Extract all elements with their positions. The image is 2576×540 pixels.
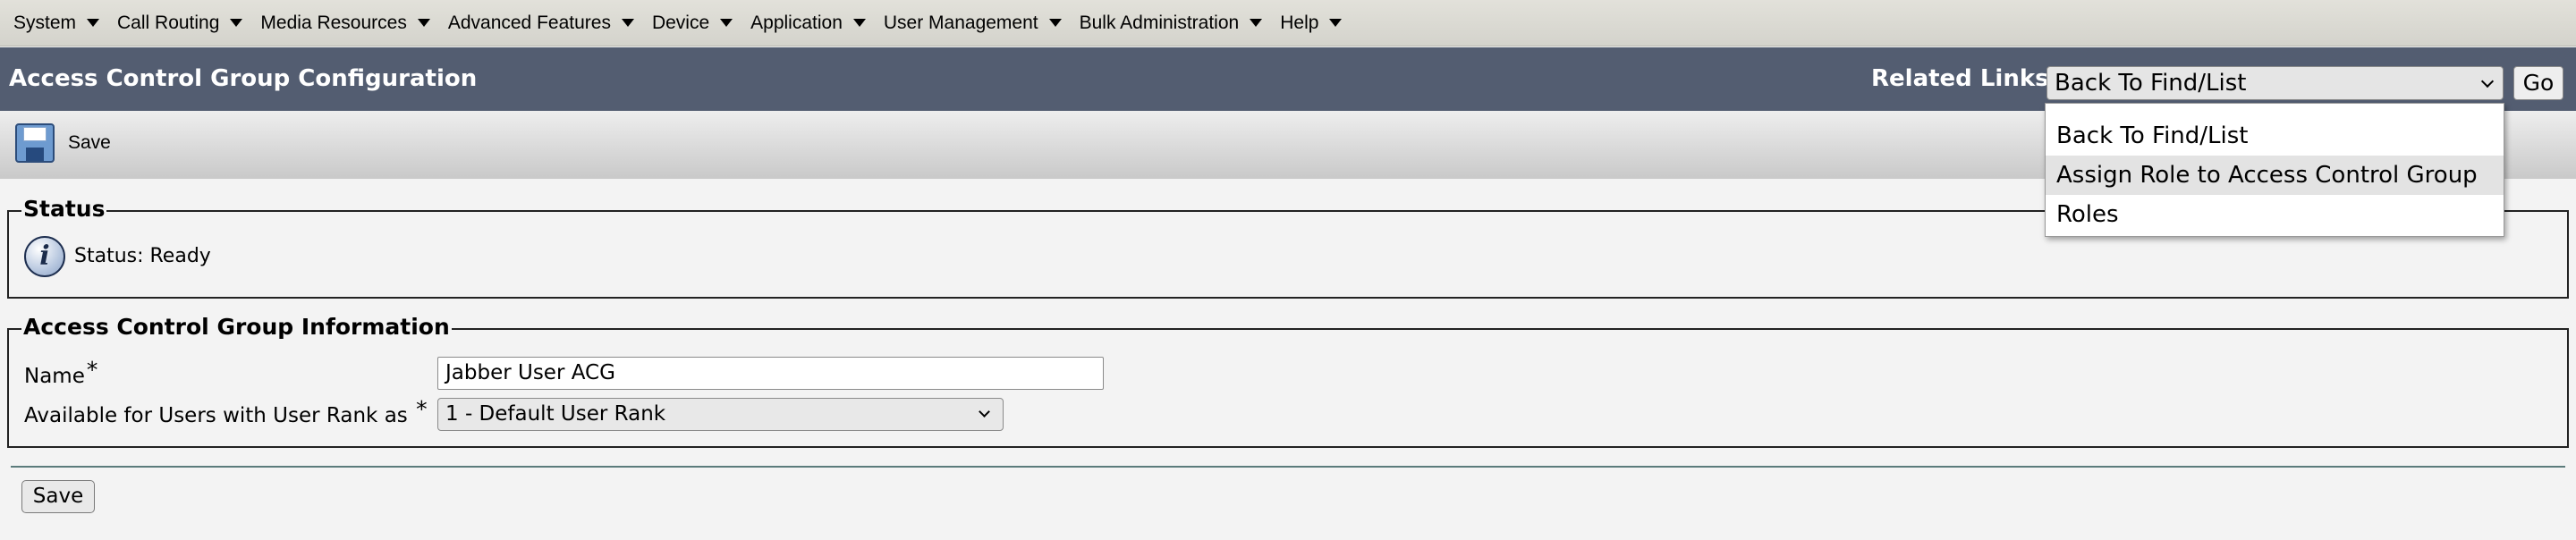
user-rank-select[interactable]: 1 - Default User Rank xyxy=(437,398,1004,431)
rank-label: Available for Users with User Rank as * xyxy=(24,396,428,427)
floppy-label-part xyxy=(23,127,47,141)
caret-down-icon xyxy=(621,19,634,27)
menu-label: User Management xyxy=(883,12,1038,33)
menu-label: Call Routing xyxy=(117,12,220,33)
related-links-select[interactable]: Back To Find/List xyxy=(2046,66,2504,100)
go-button[interactable]: Go xyxy=(2513,66,2563,100)
toolbar-save-button[interactable]: Save xyxy=(68,111,111,179)
menu-bulk-administration[interactable]: Bulk Administration xyxy=(1072,0,1273,46)
page-header: Access Control Group Configuration Relat… xyxy=(0,47,2576,111)
name-label: Name* xyxy=(24,357,97,388)
dropdown-option-roles[interactable]: Roles xyxy=(2046,195,2504,234)
menu-system[interactable]: System xyxy=(5,0,109,46)
related-links-label: Related Links: xyxy=(1871,65,2058,92)
chevron-down-icon xyxy=(2480,74,2495,89)
caret-down-icon xyxy=(852,19,866,27)
menu-user-management[interactable]: User Management xyxy=(876,0,1072,46)
chevron-down-icon xyxy=(979,406,990,418)
name-input[interactable]: Jabber User ACG xyxy=(437,357,1104,390)
caret-down-icon xyxy=(87,19,100,27)
menu-advanced-features[interactable]: Advanced Features xyxy=(440,0,644,46)
menu-media-resources[interactable]: Media Resources xyxy=(252,0,439,46)
caret-down-icon xyxy=(1329,19,1343,27)
caret-down-icon xyxy=(230,19,243,27)
group-info-fieldset: Access Control Group Information Name* J… xyxy=(7,314,2569,448)
menu-help[interactable]: Help xyxy=(1272,0,1352,46)
menu-bar: System Call Routing Media Resources Adva… xyxy=(0,0,2576,46)
menu-label: Media Resources xyxy=(260,12,407,33)
menu-label: Bulk Administration xyxy=(1079,12,1240,33)
caret-down-icon xyxy=(1048,19,1062,27)
menu-call-routing[interactable]: Call Routing xyxy=(109,0,252,46)
menu-label: Advanced Features xyxy=(447,12,611,33)
dropdown-option-assign-role[interactable]: Assign Role to Access Control Group xyxy=(2046,156,2504,195)
required-marker: * xyxy=(416,396,428,422)
menu-label: Device xyxy=(651,12,710,33)
menu-label: Help xyxy=(1280,12,1319,33)
menu-label: System xyxy=(13,12,77,33)
group-info-legend: Access Control Group Information xyxy=(21,314,452,340)
name-label-text: Name xyxy=(24,365,85,388)
bottom-save-button[interactable]: Save xyxy=(21,480,95,513)
menu-label: Application xyxy=(750,12,843,33)
floppy-disk-icon[interactable] xyxy=(15,123,55,163)
info-icon: i xyxy=(24,236,65,277)
divider xyxy=(11,466,2565,468)
floppy-shutter-part xyxy=(26,148,44,161)
status-legend: Status xyxy=(21,196,107,222)
menu-application[interactable]: Application xyxy=(742,0,876,46)
caret-down-icon xyxy=(417,19,430,27)
user-rank-selected-value: 1 - Default User Rank xyxy=(445,402,666,426)
related-links-selected-value: Back To Find/List xyxy=(2055,70,2247,97)
dropdown-option-back-to-find-list[interactable]: Back To Find/List xyxy=(2046,116,2504,156)
rank-label-text: Available for Users with User Rank as xyxy=(24,404,408,427)
caret-down-icon xyxy=(1250,19,1263,27)
menu-device[interactable]: Device xyxy=(644,0,742,46)
related-links-dropdown-list: Back To Find/List Assign Role to Access … xyxy=(2045,103,2504,237)
caret-down-icon xyxy=(720,19,733,27)
required-marker: * xyxy=(86,357,98,383)
status-text: Status: Ready xyxy=(74,245,211,267)
page-title: Access Control Group Configuration xyxy=(9,65,478,92)
